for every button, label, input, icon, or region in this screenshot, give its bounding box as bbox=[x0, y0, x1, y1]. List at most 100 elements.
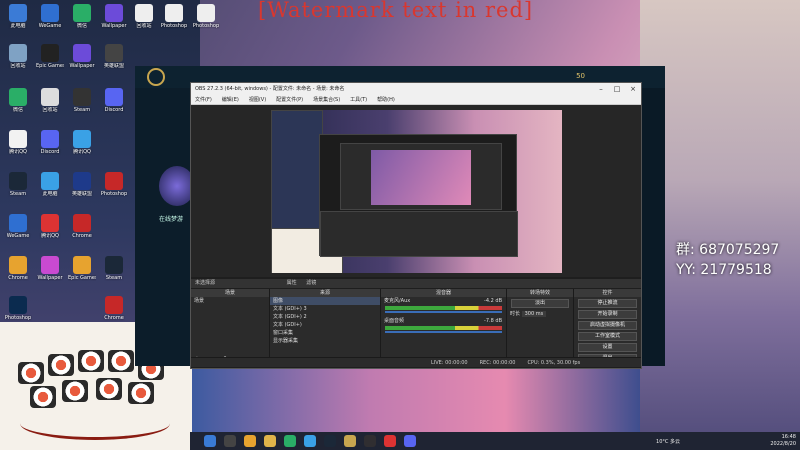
filters-button[interactable]: 滤镜 bbox=[306, 280, 316, 286]
file-icon bbox=[197, 4, 215, 22]
desktop-icon[interactable]: 腾讯QQ bbox=[4, 130, 32, 155]
desktop-icon[interactable]: Wallpaper bbox=[36, 256, 64, 281]
studio-mode-button[interactable]: 工作室模式 bbox=[578, 332, 637, 341]
desktop-icon[interactable]: 此电脑 bbox=[36, 172, 64, 197]
desktop-icon[interactable]: WeGame bbox=[4, 214, 32, 239]
menu-edit[interactable]: 编辑(E) bbox=[222, 96, 239, 103]
settings-button[interactable]: 设置 bbox=[578, 343, 637, 352]
sources-header: 来源 bbox=[270, 289, 380, 297]
desktop-icon[interactable]: Epic Games bbox=[36, 44, 64, 69]
sushi-roll bbox=[30, 386, 56, 408]
volume-slider[interactable] bbox=[385, 311, 502, 313]
wechat-icon[interactable] bbox=[284, 435, 296, 447]
qq-icon[interactable] bbox=[304, 435, 316, 447]
source-item[interactable]: 文本 (GDI+) 3 bbox=[270, 305, 380, 313]
chrome-icon[interactable] bbox=[244, 435, 256, 447]
desktop-icon[interactable]: 英雄联盟 bbox=[68, 172, 96, 197]
nested-panels bbox=[320, 211, 518, 257]
lol-logo-icon bbox=[147, 68, 165, 86]
desktop-icon[interactable]: 此电脑 bbox=[4, 4, 32, 29]
desktop-icon[interactable]: 回收站 bbox=[36, 88, 64, 113]
desktop-icon[interactable]: Photoshop bbox=[160, 4, 188, 29]
virtual-camera-button[interactable]: 启动虚拟摄像机 bbox=[578, 321, 637, 330]
desktop-icon[interactable]: Chrome bbox=[68, 214, 96, 239]
obs-window[interactable]: OBS 27.2.3 (64-bit, windows) - 配置文件: 未命名… bbox=[190, 82, 642, 369]
close-button[interactable]: × bbox=[625, 85, 641, 93]
desktop-icon[interactable]: Discord bbox=[36, 130, 64, 155]
desktop-icon[interactable]: Photoshop bbox=[100, 172, 128, 197]
sushi-roll bbox=[108, 350, 134, 372]
menu-file[interactable]: 文件(F) bbox=[195, 96, 212, 103]
maximize-button[interactable]: □ bbox=[609, 85, 625, 93]
desktop-icon[interactable]: 微信 bbox=[68, 4, 96, 29]
desktop-icon[interactable]: Wallpaper bbox=[100, 4, 128, 29]
desktop-icon[interactable]: WeGame bbox=[36, 4, 64, 29]
desktop-icon[interactable]: 回收站 bbox=[4, 44, 32, 69]
obs-menubar: 文件(F) 编辑(E) 视图(V) 配置文件(P) 场景集合(S) 工具(T) … bbox=[191, 94, 641, 105]
source-item[interactable]: 文本 (GDI+) bbox=[270, 321, 380, 329]
scene-item[interactable]: 场景 bbox=[191, 297, 269, 305]
desktop-icon[interactable]: 微信 bbox=[4, 88, 32, 113]
stop-streaming-button[interactable]: 停止推流 bbox=[578, 299, 637, 308]
desktop-icon[interactable]: 腾讯QQ bbox=[68, 130, 96, 155]
preview-canvas[interactable] bbox=[271, 110, 562, 273]
app-icon bbox=[41, 4, 59, 22]
folder-icon[interactable] bbox=[264, 435, 276, 447]
weather-widget[interactable]: 10°C 多云 bbox=[656, 438, 680, 445]
desktop-icon[interactable]: Chrome bbox=[4, 256, 32, 281]
obs-icon[interactable] bbox=[364, 435, 376, 447]
app-icon bbox=[73, 172, 91, 190]
duration-input[interactable]: 300 ms bbox=[521, 311, 547, 317]
track-db: -7.8 dB bbox=[484, 318, 502, 324]
app-icon[interactable] bbox=[384, 435, 396, 447]
desktop-icon[interactable]: Discord bbox=[100, 88, 128, 113]
sushi-roll bbox=[96, 378, 122, 400]
obs-titlebar[interactable]: OBS 27.2.3 (64-bit, windows) - 配置文件: 未命名… bbox=[191, 83, 641, 94]
minimize-button[interactable]: – bbox=[593, 85, 609, 93]
start-recording-button[interactable]: 开始录制 bbox=[578, 310, 637, 319]
system-clock[interactable]: 16:48 2022/8/20 bbox=[770, 434, 796, 448]
source-item[interactable]: 文本 (GDI+) 2 bbox=[270, 313, 380, 321]
volume-slider[interactable] bbox=[385, 331, 502, 333]
source-item[interactable]: 图像 bbox=[270, 297, 380, 305]
menu-scene-collection[interactable]: 场景集合(S) bbox=[313, 96, 340, 103]
desktop-icon[interactable]: 回收站 bbox=[130, 4, 158, 29]
computer-icon bbox=[9, 4, 27, 22]
desktop-icon[interactable]: Epic Games bbox=[68, 256, 96, 281]
properties-button[interactable]: 属性 bbox=[287, 280, 297, 286]
discord-icon[interactable] bbox=[404, 435, 416, 447]
app-icon bbox=[41, 214, 59, 232]
lol-icon[interactable] bbox=[344, 435, 356, 447]
epic-games-icon bbox=[41, 44, 59, 62]
source-item[interactable]: 显示器采集 bbox=[270, 337, 380, 345]
source-item[interactable]: 窗口采集 bbox=[270, 329, 380, 337]
menu-tools[interactable]: 工具(T) bbox=[350, 96, 367, 103]
sushi-roll bbox=[48, 354, 74, 376]
transition-select[interactable]: 淡出 bbox=[511, 299, 569, 308]
file-icon bbox=[165, 4, 183, 22]
desktop-icon[interactable]: Steam bbox=[100, 256, 128, 281]
desktop-icon[interactable]: Steam bbox=[4, 172, 32, 197]
steam-icon[interactable] bbox=[324, 435, 336, 447]
search-icon[interactable] bbox=[224, 435, 236, 447]
controls-header: 控件 bbox=[574, 289, 641, 297]
start-icon[interactable] bbox=[204, 435, 216, 447]
menu-view[interactable]: 视图(V) bbox=[249, 96, 266, 103]
qq-group-text: 群: 687075297 bbox=[676, 242, 780, 258]
desktop-icon[interactable]: Chrome bbox=[100, 296, 128, 321]
live-timer: LIVE: 00:00:00 bbox=[431, 360, 468, 366]
menu-help[interactable]: 帮助(H) bbox=[377, 96, 395, 103]
stream-contact-overlay: 群: 687075297 YY: 21779518 bbox=[676, 240, 779, 280]
desktop-icon[interactable]: Steam bbox=[68, 88, 96, 113]
menu-profile[interactable]: 配置文件(P) bbox=[276, 96, 303, 103]
steam-icon bbox=[9, 172, 27, 190]
app-icon bbox=[73, 88, 91, 106]
discord-icon bbox=[105, 88, 123, 106]
track-name: 麦克风/Aux bbox=[384, 298, 411, 304]
desktop-icon[interactable]: 腾讯QQ bbox=[36, 214, 64, 239]
obs-preview[interactable] bbox=[191, 105, 641, 277]
desktop-icon[interactable]: Photoshop bbox=[192, 4, 220, 29]
desktop-icon[interactable]: Wallpaper bbox=[68, 44, 96, 69]
desktop-icon[interactable]: 英雄联盟 bbox=[100, 44, 128, 69]
desktop-icon[interactable]: Photoshop bbox=[4, 296, 32, 321]
